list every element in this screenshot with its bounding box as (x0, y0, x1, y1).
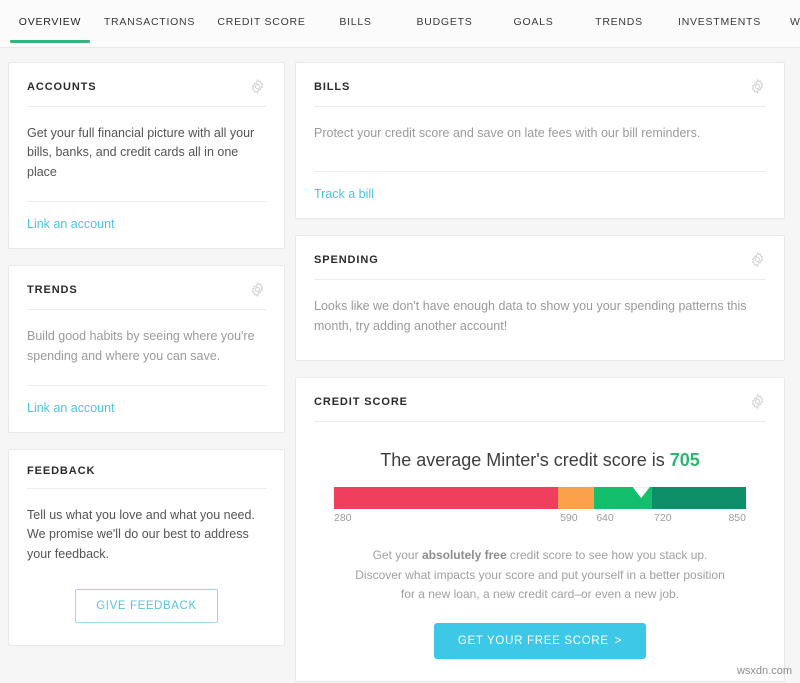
main-nav: OVERVIEW TRANSACTIONS CREDIT SCORE BILLS… (0, 0, 800, 48)
accounts-card-header: ACCOUNTS (9, 63, 284, 106)
accounts-card-body: Get your full financial picture with all… (9, 107, 284, 201)
meter-segment-excellent (652, 487, 746, 509)
tab-label: BILLS (339, 16, 371, 28)
credit-score-meter (334, 487, 746, 509)
tab-label: GOALS (514, 16, 554, 28)
feedback-card-header: FEEDBACK (9, 450, 284, 488)
link-an-account-link[interactable]: Link an account (27, 217, 115, 231)
copy-line1-a: Get your (373, 548, 422, 562)
credit-score-card-title: CREDIT SCORE (314, 396, 408, 408)
bills-card-header: BILLS (296, 63, 784, 106)
tab-underline (492, 40, 575, 43)
tab-label: WAYS TO SAVE (790, 16, 800, 28)
tab-label: BUDGETS (416, 16, 472, 28)
feedback-card-title: FEEDBACK (27, 465, 95, 477)
tab-overview[interactable]: OVERVIEW (10, 0, 90, 48)
dashboard-content: ACCOUNTS Get your full financial picture… (0, 48, 800, 683)
tab-underline (209, 40, 314, 43)
bills-card: BILLS Protect your credit score and save… (295, 62, 785, 219)
meter-tick-label: 720 (654, 512, 672, 524)
spending-card-title: SPENDING (314, 254, 379, 266)
gear-icon[interactable] (249, 281, 266, 298)
credit-score-headline: The average Minter's credit score is 705 (296, 422, 784, 487)
bills-card-body: Protect your credit score and save on la… (296, 107, 784, 171)
feedback-card-footer: GIVE FEEDBACK (9, 583, 284, 645)
tab-ways-to-save[interactable]: WAYS TO SAVE (776, 0, 800, 48)
accounts-card-footer: Link an account (9, 202, 284, 248)
meter-segment-poor (334, 487, 558, 509)
link-an-account-link[interactable]: Link an account (27, 401, 115, 415)
tab-underline (314, 40, 397, 43)
tab-label: INVESTMENTS (678, 16, 761, 28)
tab-label: CREDIT SCORE (217, 16, 305, 28)
active-tab-underline (10, 40, 90, 43)
chevron-right-icon: > (615, 635, 622, 647)
spending-card-body: Looks like we don't have enough data to … (296, 280, 784, 360)
trends-card-title: TRENDS (27, 284, 78, 296)
copy-line2: Discover what impacts your score and put… (355, 568, 725, 601)
meter-segment-fair (558, 487, 594, 509)
tab-budgets[interactable]: BUDGETS (397, 0, 492, 48)
tab-underline (663, 40, 776, 43)
tab-trends[interactable]: TRENDS (575, 0, 663, 48)
cta-label: GET YOUR FREE SCORE (458, 635, 609, 647)
get-your-free-score-button[interactable]: GET YOUR FREE SCORE > (434, 623, 646, 659)
bills-card-title: BILLS (314, 81, 350, 93)
meter-tick-label: 280 (334, 512, 352, 524)
tab-goals[interactable]: GOALS (492, 0, 575, 48)
page-root: OVERVIEW TRANSACTIONS CREDIT SCORE BILLS… (0, 0, 800, 683)
credit-score-copy: Get your absolutely free credit score to… (296, 528, 784, 604)
credit-score-cta-wrap: GET YOUR FREE SCORE > (296, 604, 784, 681)
copy-line1-b: credit score to see how you stack up. (507, 548, 708, 562)
credit-score-meter-ticks: 280 590 640 720 850 (334, 512, 746, 528)
credit-score-value: 705 (670, 450, 700, 470)
gear-icon[interactable] (749, 393, 766, 410)
right-column: BILLS Protect your credit score and save… (295, 62, 785, 683)
tab-label: TRANSACTIONS (104, 16, 195, 28)
gear-icon[interactable] (249, 78, 266, 95)
trends-card-body: Build good habits by seeing where you're… (9, 310, 284, 385)
gear-icon[interactable] (749, 78, 766, 95)
feedback-card: FEEDBACK Tell us what you love and what … (8, 449, 285, 646)
trends-card-footer: Link an account (9, 386, 284, 432)
credit-score-card: CREDIT SCORE The average Minter's credit… (295, 377, 785, 682)
meter-tick-label: 640 (596, 512, 614, 524)
accounts-card-title: ACCOUNTS (27, 81, 97, 93)
credit-score-card-header: CREDIT SCORE (296, 378, 784, 421)
tab-credit-score[interactable]: CREDIT SCORE (209, 0, 314, 48)
spending-card-header: SPENDING (296, 236, 784, 279)
copy-line1-bold: absolutely free (422, 548, 507, 562)
tab-underline (776, 40, 800, 43)
feedback-card-body: Tell us what you love and what you need.… (9, 489, 284, 583)
tab-underline (575, 40, 663, 43)
tab-underline (397, 40, 492, 43)
credit-score-meter-wrap: 280 590 640 720 850 (296, 487, 784, 528)
trends-card-header: TRENDS (9, 266, 284, 309)
meter-tick-label: 590 (560, 512, 578, 524)
watermark: wsxdn.com (737, 665, 792, 677)
give-feedback-button[interactable]: GIVE FEEDBACK (75, 589, 217, 623)
bills-card-footer: Track a bill (296, 172, 784, 218)
tab-label: TRENDS (595, 16, 643, 28)
tab-transactions[interactable]: TRANSACTIONS (90, 0, 209, 48)
tab-underline (90, 40, 209, 43)
trends-card: TRENDS Build good habits by seeing where… (8, 265, 285, 433)
spending-card: SPENDING Looks like we don't have enough… (295, 235, 785, 361)
tab-bills[interactable]: BILLS (314, 0, 397, 48)
accounts-card: ACCOUNTS Get your full financial picture… (8, 62, 285, 249)
meter-tick-label: 850 (728, 512, 746, 524)
tab-investments[interactable]: INVESTMENTS (663, 0, 776, 48)
gear-icon[interactable] (749, 251, 766, 268)
tab-label: OVERVIEW (19, 16, 81, 28)
left-column: ACCOUNTS Get your full financial picture… (8, 62, 285, 662)
track-a-bill-link[interactable]: Track a bill (314, 187, 374, 201)
credit-score-headline-prefix: The average Minter's credit score is (380, 450, 670, 470)
